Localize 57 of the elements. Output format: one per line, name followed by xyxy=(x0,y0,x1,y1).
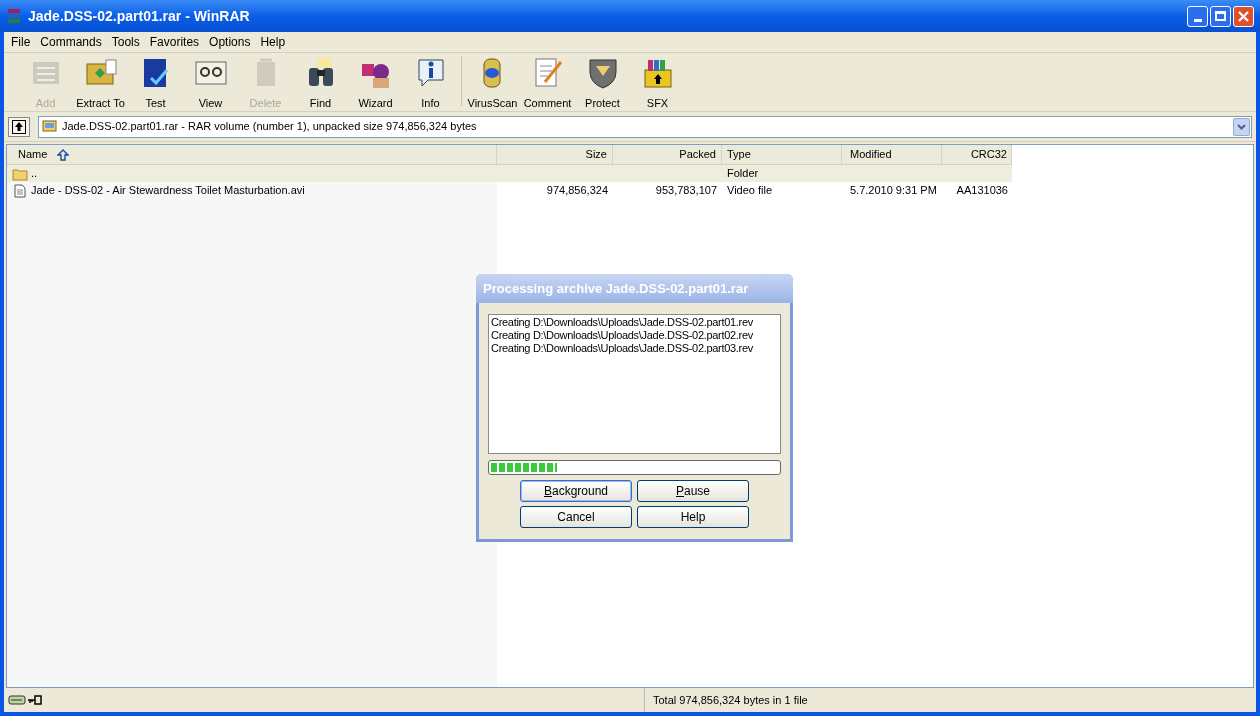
column-header[interactable]: CRC32 xyxy=(942,145,1012,164)
file-name: Jade - DSS-02 - Air Stewardness Toilet Masturbation.avi xyxy=(31,183,305,199)
archive-icon xyxy=(42,119,58,134)
toolbar-button[interactable]: VirusScan xyxy=(465,56,520,112)
dropdown-button[interactable] xyxy=(1233,117,1250,136)
sort-arrow-icon xyxy=(57,148,70,161)
table-cell-text: 974,856,324 xyxy=(545,183,609,199)
dialog-title: Processing archive Jade.DSS-02.part01.rar xyxy=(483,279,749,298)
column-header[interactable]: Size xyxy=(497,145,613,164)
menu-item[interactable]: Commands xyxy=(35,31,107,53)
toolbar-button[interactable]: SFX xyxy=(630,56,685,112)
toolbar-button[interactable]: Protect xyxy=(575,56,630,112)
address-field[interactable]: Jade.DSS-02.part01.rar - RAR volume (number 1), unpacked size 974,856,324 bytes xyxy=(38,115,1252,138)
toolbar-button[interactable]: Comment xyxy=(520,56,575,112)
dialog-button[interactable]: Cancel xyxy=(520,506,632,528)
table-row[interactable]: Jade - DSS-02 - Air Stewardness Toilet Masturbation.avi 974,856,324 953,783,107 Video file 5.7.2010 9:31 PM AA131036 xyxy=(7,182,1012,199)
maximize-button[interactable] xyxy=(1210,5,1231,27)
log-line: Creating D:\Downloads\Uploads\Jade.DSS-02.part03.rev xyxy=(491,342,754,355)
close-icon xyxy=(1238,10,1249,22)
table-cell-text: Video file xyxy=(726,183,774,199)
minimize-button[interactable] xyxy=(1187,5,1208,27)
table-row[interactable]: .. Folder xyxy=(7,165,1012,182)
up-folder-button[interactable] xyxy=(8,116,30,137)
toolbar-button[interactable]: Info xyxy=(403,56,458,112)
toolbar-button[interactable]: Test xyxy=(128,56,183,112)
toolbar-button[interactable]: Extract To xyxy=(73,56,128,112)
file-name: .. xyxy=(31,166,38,182)
menu-item[interactable]: File xyxy=(6,31,36,53)
column-header[interactable]: Modified xyxy=(842,145,942,164)
dialog-button[interactable]: Pause xyxy=(637,480,749,502)
status-text: Total 974,856,324 bytes in 1 file xyxy=(653,692,808,708)
table-cell-text: 5.7.2010 9:31 PM xyxy=(849,183,938,199)
key-icon xyxy=(28,694,42,706)
menu-item[interactable]: Tools xyxy=(106,31,145,53)
dialog-button[interactable]: Help xyxy=(637,506,749,528)
address-text: Jade.DSS-02.part01.rar - RAR volume (number 1), unpacked size 974,856,324 bytes xyxy=(62,119,478,135)
window-title: Jade.DSS-02.part01.rar - WinRAR xyxy=(28,6,250,26)
drive-icon xyxy=(8,694,26,706)
file-icon xyxy=(12,183,28,198)
dialog-button[interactable]: Background xyxy=(520,480,632,502)
menu-item[interactable]: Help xyxy=(255,31,291,53)
toolbar-button[interactable]: Wizard xyxy=(348,56,403,112)
toolbar-button[interactable]: View xyxy=(183,56,238,112)
log-line: Creating D:\Downloads\Uploads\Jade.DSS-02.part02.rev xyxy=(491,329,754,342)
close-button[interactable] xyxy=(1233,5,1254,27)
chevron-down-icon xyxy=(1237,123,1246,130)
menu-item[interactable]: Options xyxy=(204,31,256,53)
table-cell-text: AA131036 xyxy=(955,183,1009,199)
column-header[interactable]: Name xyxy=(7,145,497,164)
books-icon xyxy=(6,8,22,24)
menu-item[interactable]: Favorites xyxy=(144,31,205,53)
table-cell-text: Folder xyxy=(726,166,760,182)
table-cell-text: 953,783,107 xyxy=(654,183,718,199)
log-line: Creating D:\Downloads\Uploads\Jade.DSS-02.part01.rev xyxy=(491,316,754,329)
column-header[interactable]: Packed xyxy=(613,145,722,164)
toolbar-button[interactable]: Find xyxy=(293,56,348,112)
column-header[interactable]: Type xyxy=(722,145,842,164)
